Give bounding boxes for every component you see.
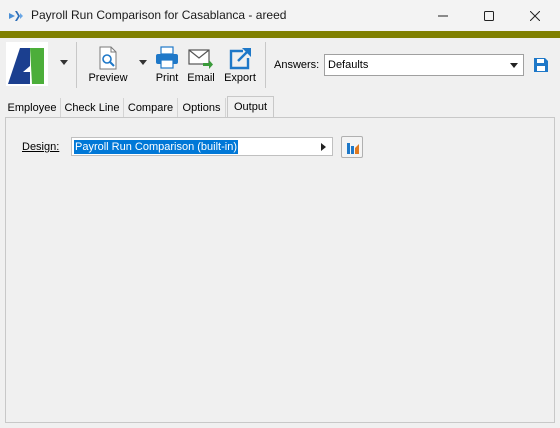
chevron-down-icon — [510, 63, 518, 68]
report-design-button[interactable] — [341, 136, 363, 158]
window-title: Payroll Run Comparison for Casablanca - … — [31, 8, 287, 22]
toolbar: Preview Print Email Export Answers: Defa… — [0, 38, 560, 94]
tab-check-line[interactable]: Check Line — [61, 98, 124, 118]
export-icon — [229, 48, 251, 70]
toolbar-separator — [265, 42, 266, 88]
answers-value: Defaults — [328, 59, 369, 71]
logo-icon[interactable] — [6, 42, 48, 86]
tab-employee[interactable]: Employee — [4, 98, 61, 118]
accent-bar — [0, 31, 560, 38]
tab-compare[interactable]: Compare — [124, 98, 178, 118]
tab-strip: Employee Check Line Compare Options Outp… — [0, 96, 560, 118]
maximize-icon — [484, 10, 494, 21]
design-selector[interactable]: Payroll Run Comparison (built-in) — [71, 137, 333, 156]
close-button[interactable] — [512, 0, 558, 31]
answers-dropdown[interactable]: Defaults — [324, 54, 524, 76]
design-label: Design: — [22, 141, 60, 153]
report-design-icon — [347, 143, 359, 154]
minimize-button[interactable] — [420, 0, 466, 31]
export-button[interactable]: Export — [220, 40, 260, 88]
export-label: Export — [224, 72, 256, 84]
print-label: Print — [155, 72, 179, 84]
title-bar: Payroll Run Comparison for Casablanca - … — [0, 0, 560, 31]
preview-button[interactable]: Preview — [84, 40, 132, 88]
email-icon — [188, 49, 213, 69]
save-icon[interactable] — [533, 57, 549, 73]
chevron-right-icon — [321, 143, 326, 151]
email-button[interactable]: Email — [185, 40, 217, 88]
maximize-button[interactable] — [466, 0, 512, 31]
email-label: Email — [187, 72, 215, 84]
minimize-icon — [438, 15, 448, 16]
toolbar-separator — [76, 42, 77, 88]
preview-icon — [99, 46, 117, 70]
preview-label: Preview — [88, 72, 128, 84]
print-button[interactable]: Print — [151, 40, 183, 88]
design-value: Payroll Run Comparison (built-in) — [74, 140, 239, 154]
preview-dropdown-icon[interactable] — [139, 60, 147, 66]
tab-output[interactable]: Output — [227, 96, 274, 118]
output-panel — [5, 117, 555, 423]
logo-dropdown-icon[interactable] — [60, 60, 68, 66]
print-icon — [156, 46, 178, 69]
answers-label: Answers: — [274, 59, 320, 71]
tab-options[interactable]: Options — [178, 98, 226, 118]
close-icon — [530, 10, 540, 21]
app-icon — [9, 11, 23, 21]
